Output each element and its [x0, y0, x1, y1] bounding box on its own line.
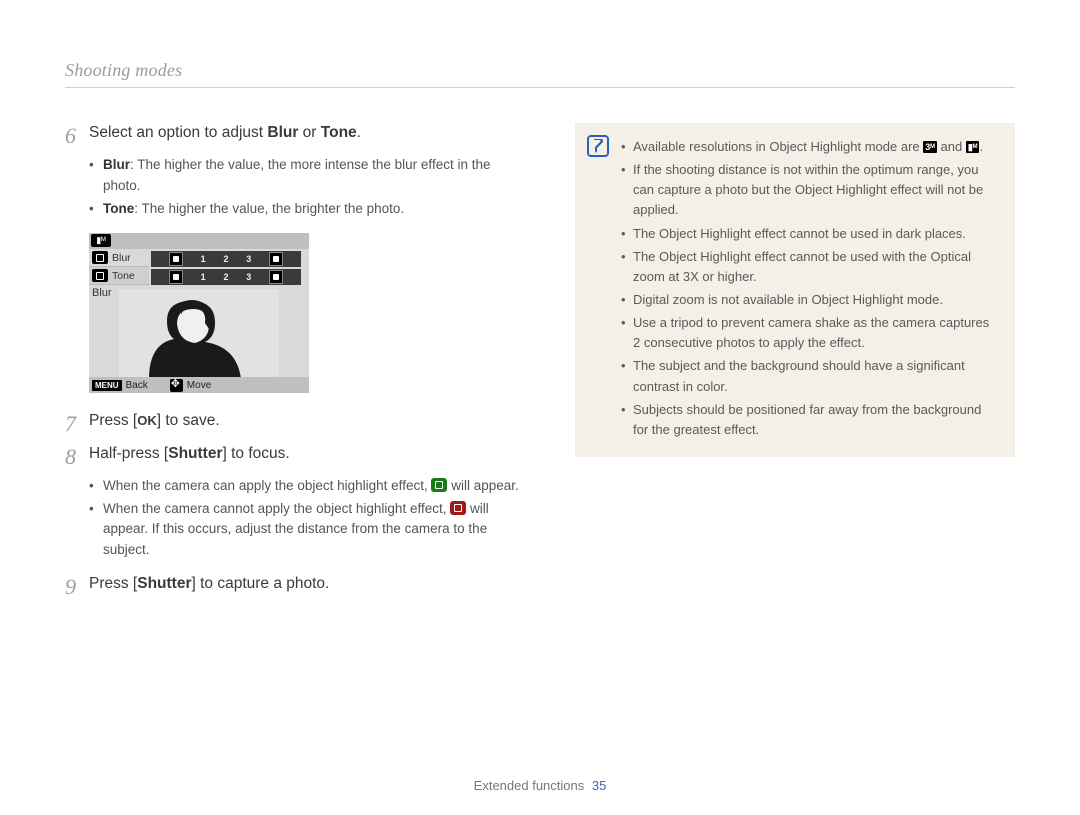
camera-lcd-preview: ▮ᴹ Blur Tone 1 2 3 1 2 3	[89, 233, 309, 393]
text: will appear.	[447, 478, 518, 493]
list-item: The subject and the background should ha…	[621, 356, 997, 396]
bold: Blur	[267, 124, 298, 141]
slider-blur: 1 2 3	[151, 251, 301, 267]
list-item: Available resolutions in Object Highligh…	[621, 137, 997, 157]
step-number: 6	[65, 123, 89, 149]
bold: Blur	[103, 157, 130, 172]
text: : The higher the value, the more intense…	[103, 157, 490, 192]
list-item: Use a tripod to prevent camera shake as …	[621, 313, 997, 353]
resolution-chip: 3ᴹ	[923, 141, 937, 153]
step-6-bullets: Blur: The higher the value, the more int…	[65, 155, 525, 219]
left-column: 6 Select an option to adjust Blur or Ton…	[65, 123, 525, 606]
resolution-chip: ▮ᴹ	[966, 141, 980, 153]
slider-thumb-icon	[169, 252, 183, 266]
portrait-illustration	[119, 289, 279, 379]
list-item: The Object Highlight effect cannot be us…	[621, 224, 997, 244]
bold: Shutter	[137, 575, 191, 592]
slider-thumb-icon	[169, 270, 183, 284]
text: and	[937, 139, 966, 154]
option-label: Tone	[112, 270, 135, 282]
tick: 2	[223, 254, 228, 264]
slider-tone: 1 2 3	[151, 269, 301, 285]
page-number: 35	[592, 778, 606, 793]
step-number: 7	[65, 411, 89, 437]
tick: 3	[246, 272, 251, 282]
step-6: 6 Select an option to adjust Blur or Ton…	[65, 123, 525, 149]
text: .	[357, 124, 361, 141]
note-list: Available resolutions in Object Highligh…	[621, 137, 997, 440]
page-footer: Extended functions 35	[0, 778, 1080, 793]
text: : The higher the value, the brighter the…	[134, 201, 404, 216]
ok-button-label: OK	[137, 412, 157, 430]
step-9: 9 Press [Shutter] to capture a photo.	[65, 574, 525, 600]
step-text: Press [Shutter] to capture a photo.	[89, 574, 329, 600]
step-8: 8 Half-press [Shutter] to focus.	[65, 444, 525, 470]
menu-chip-icon: MENU	[92, 380, 122, 391]
lcd-option-blur: Blur	[89, 249, 149, 267]
tick: 2	[223, 272, 228, 282]
tick: 1	[201, 254, 206, 264]
step-7: 7 Press [OK] to save.	[65, 411, 525, 437]
note-icon	[587, 135, 609, 157]
text: When the camera cannot apply the object …	[103, 501, 450, 516]
list-item: Digital zoom is not available in Object …	[621, 290, 997, 310]
highlight-fail-icon	[450, 501, 466, 515]
page-header: Shooting modes	[65, 60, 1015, 88]
list-item: Blur: The higher the value, the more int…	[89, 155, 525, 196]
note-box: Available resolutions in Object Highligh…	[575, 123, 1015, 457]
move-label: Move	[187, 380, 211, 391]
lcd-sliders: 1 2 3 1 2 3	[151, 251, 301, 287]
option-icon	[92, 251, 108, 264]
list-item: Tone: The higher the value, the brighter…	[89, 199, 525, 219]
step-number: 9	[65, 574, 89, 600]
text: Half-press [	[89, 445, 168, 462]
footer-section: Extended functions	[474, 778, 585, 793]
content-columns: 6 Select an option to adjust Blur or Ton…	[65, 123, 1015, 606]
text: ] to save.	[157, 412, 220, 429]
step-text: Select an option to adjust Blur or Tone.	[89, 123, 361, 149]
slider-thumb-icon	[269, 270, 283, 284]
text: When the camera can apply the object hig…	[103, 478, 431, 493]
slider-thumb-icon	[269, 252, 283, 266]
text: Press [	[89, 412, 137, 429]
list-item: Subjects should be positioned far away f…	[621, 400, 997, 440]
tick: 1	[201, 272, 206, 282]
lcd-topbar: ▮ᴹ	[89, 233, 309, 249]
list-item: The Object Highlight effect cannot be us…	[621, 247, 997, 287]
right-column: Available resolutions in Object Highligh…	[575, 123, 1015, 606]
bold: Tone	[103, 201, 134, 216]
text: ] to capture a photo.	[191, 575, 329, 592]
lcd-option-tone: Tone	[89, 267, 149, 285]
text: .	[979, 139, 983, 154]
lcd-current-label: Blur	[92, 287, 112, 299]
option-label: Blur	[112, 252, 131, 264]
tick: 3	[246, 254, 251, 264]
text: ] to focus.	[223, 445, 290, 462]
nav-icon	[170, 379, 183, 392]
bold: Tone	[321, 124, 357, 141]
step-8-bullets: When the camera can apply the object hig…	[65, 476, 525, 560]
list-item: When the camera can apply the object hig…	[89, 476, 525, 496]
back-label: Back	[126, 380, 148, 391]
step-text: Press [OK] to save.	[89, 411, 220, 437]
text: Press [	[89, 575, 137, 592]
bold: Shutter	[168, 445, 222, 462]
option-icon	[92, 269, 108, 282]
list-item: When the camera cannot apply the object …	[89, 499, 525, 560]
step-number: 8	[65, 444, 89, 470]
text: or	[298, 124, 320, 141]
list-item: If the shooting distance is not within t…	[621, 160, 997, 220]
text: Available resolutions in Object Highligh…	[633, 139, 923, 154]
resolution-icon: ▮ᴹ	[91, 234, 111, 247]
lcd-option-list: Blur Tone	[89, 249, 149, 285]
highlight-ok-icon	[431, 478, 447, 492]
step-text: Half-press [Shutter] to focus.	[89, 444, 290, 470]
lcd-bottom-bar: MENU Back Move	[89, 377, 309, 393]
text: Select an option to adjust	[89, 124, 267, 141]
